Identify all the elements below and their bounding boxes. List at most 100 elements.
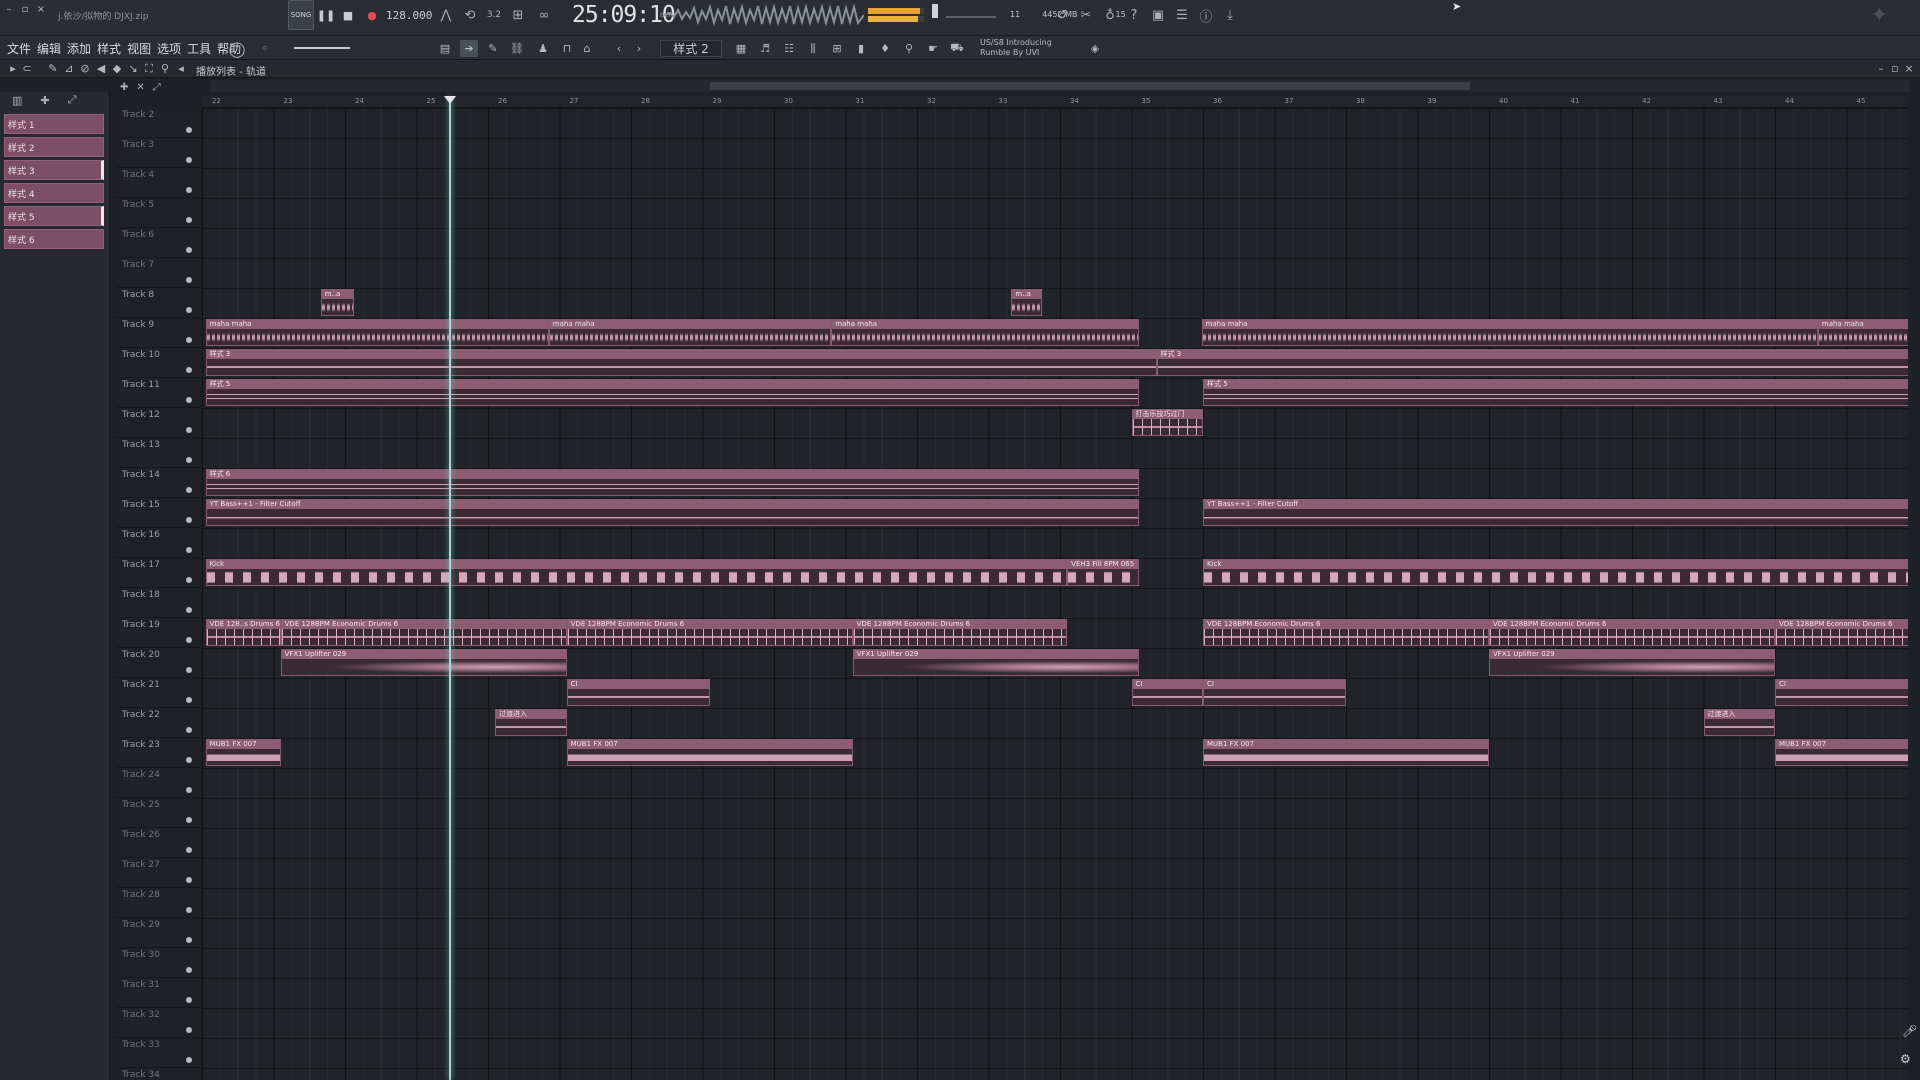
playlist-clip[interactable]: VEH3 Fill 8PM 065 xyxy=(1067,559,1139,586)
browser-icon[interactable]: ⊞ xyxy=(828,40,846,57)
track-header[interactable]: Track 8 xyxy=(116,288,200,318)
pattern-item[interactable]: 样式 1 xyxy=(4,114,104,134)
menu-options[interactable]: 选项 xyxy=(156,40,182,57)
playlist-clip[interactable]: YT Bass++1 - Filter Cutoff xyxy=(1203,499,1908,526)
track-mute-led-icon[interactable] xyxy=(186,457,192,463)
track-header[interactable]: Track 12 xyxy=(116,408,200,438)
playlist-clip[interactable]: 打击乐技巧过门 xyxy=(1131,409,1203,436)
playlist-clip[interactable]: VDE 128..s Drums 6 xyxy=(205,619,281,646)
minimize-button[interactable]: – xyxy=(4,4,14,15)
playlist-clip[interactable]: maha maha xyxy=(205,319,549,346)
track-mute-led-icon[interactable] xyxy=(186,787,192,793)
menu-file[interactable]: 文件 xyxy=(6,40,32,57)
playlist-clip[interactable]: VFX1 Uplifter 029 xyxy=(280,649,567,676)
record-audio-icon[interactable]: 🎤︎ xyxy=(1902,1024,1917,1038)
playlist-clip[interactable]: 样式 3 xyxy=(1156,349,1908,376)
track-mute-led-icon[interactable] xyxy=(186,487,192,493)
track-mute-led-icon[interactable] xyxy=(186,307,192,313)
metronome-icon[interactable]: ⋀ xyxy=(436,0,456,30)
picker-view-icon[interactable]: ▥ xyxy=(12,94,22,107)
pattern-item[interactable]: 样式 2 xyxy=(4,137,104,157)
tempo-display[interactable]: 128.000 xyxy=(386,0,432,30)
shop-icon[interactable]: ⛟ xyxy=(948,40,966,57)
track-mute-led-icon[interactable] xyxy=(186,277,192,283)
playhead-marker-icon[interactable] xyxy=(443,96,456,104)
step-edit-icon[interactable]: ⊞ xyxy=(508,0,528,30)
playlist-close-icon[interactable]: × xyxy=(1900,60,1918,77)
track-header[interactable]: Track 33 xyxy=(116,1038,200,1068)
track-mute-led-icon[interactable] xyxy=(186,337,192,343)
master-volume-slider[interactable] xyxy=(932,4,938,18)
microphone-icon[interactable]: ♁ xyxy=(1100,0,1120,30)
channel-rack-icon[interactable]: ☷ xyxy=(780,40,798,57)
track-header[interactable]: Track 3 xyxy=(116,138,200,168)
playlist-clip[interactable]: CI xyxy=(1775,679,1908,706)
playlist-clip[interactable]: Kick xyxy=(205,559,1068,586)
track-header[interactable]: Track 17 xyxy=(116,558,200,588)
playlist-clip[interactable]: m..a xyxy=(320,289,354,316)
time-ruler[interactable]: 22 23 24 25 26 27 28 29 30 31 32 33 34 35 36 37 38 39 40 41… xyxy=(202,96,1908,108)
playlist-clip[interactable]: Kick xyxy=(1203,559,1908,586)
track-mute-led-icon[interactable] xyxy=(186,517,192,523)
track-mute-led-icon[interactable] xyxy=(186,157,192,163)
scroll-thumb[interactable] xyxy=(710,82,1470,90)
touch-icon[interactable]: ☛ xyxy=(924,40,942,57)
track-header[interactable]: Track 29 xyxy=(116,918,200,948)
track-header[interactable]: Track 5 xyxy=(116,198,200,228)
maximize-button[interactable]: ▫ xyxy=(20,4,30,15)
pattern-item[interactable]: 样式 3 xyxy=(4,160,104,180)
playlist-clip[interactable]: 样式 6 xyxy=(205,469,1139,496)
track-header[interactable]: Track 16 xyxy=(116,528,200,558)
track-header[interactable]: Track 24 xyxy=(116,768,200,798)
track-mute-led-icon[interactable] xyxy=(186,247,192,253)
playlist-clip[interactable]: 过渡进入 xyxy=(495,709,567,736)
track-header[interactable]: Track 32 xyxy=(116,1008,200,1038)
pause-button[interactable]: ❚❚ xyxy=(317,0,335,30)
snap-icon[interactable]: ▤ xyxy=(436,40,454,57)
menu-add[interactable]: 添加 xyxy=(66,40,92,57)
slice-tool-icon[interactable]: ⊓ xyxy=(558,40,576,57)
track-mute-led-icon[interactable] xyxy=(186,757,192,763)
track-header[interactable]: Track 28 xyxy=(116,888,200,918)
playlist-clip[interactable]: m..a xyxy=(1011,289,1043,316)
track-header[interactable]: Track 19 xyxy=(116,618,200,648)
playlist-clip[interactable]: maha maha xyxy=(548,319,832,346)
playlist-clip[interactable]: 样式 3 xyxy=(205,349,1157,376)
playlist-clip[interactable]: VDE 128BPM Economic Drums 6 xyxy=(1489,619,1775,646)
pattern-item[interactable]: 样式 6 xyxy=(4,229,104,249)
loop-record-icon[interactable]: ⟲ xyxy=(460,0,480,30)
stop-button[interactable]: ■ xyxy=(340,0,356,30)
playlist-clip[interactable]: CI xyxy=(1131,679,1203,706)
next-pattern-icon[interactable]: › xyxy=(630,40,648,57)
help-icon[interactable]: ? xyxy=(1124,0,1144,30)
picker-add-icon[interactable]: ✚ xyxy=(40,94,49,107)
record-button[interactable]: ● xyxy=(364,0,380,30)
playlist-clip[interactable]: VDE 128BPM Economic Drums 6 xyxy=(280,619,567,646)
playlist-clip[interactable]: MUB1 FX 007 xyxy=(1775,739,1908,766)
playback-icon[interactable]: ◂ xyxy=(172,60,190,77)
undo-icon[interactable]: ↺ xyxy=(1052,0,1072,30)
panic-icon[interactable]: ◦ xyxy=(256,40,274,57)
pattern-item[interactable]: 样式 5 xyxy=(4,206,104,226)
count-in-icon[interactable]: 3.2 xyxy=(484,0,504,30)
track-mute-led-icon[interactable] xyxy=(186,427,192,433)
track-mute-led-icon[interactable] xyxy=(186,127,192,133)
track-header[interactable]: Track 30 xyxy=(116,948,200,978)
track-header[interactable]: Track 7 xyxy=(116,258,200,288)
playlist-scroll-overview[interactable] xyxy=(210,80,1910,92)
cut-icon[interactable]: ✂ xyxy=(1076,0,1096,30)
save-icon[interactable]: ▣ xyxy=(1148,0,1168,30)
track-header[interactable]: Track 20 xyxy=(116,648,200,678)
playlist-clip[interactable]: MUB1 FX 007 xyxy=(1203,739,1489,766)
track-header[interactable]: Track 26 xyxy=(116,828,200,858)
arrangement-grid[interactable]: m..a m..a maha maha maha maha maha maha maha … xyxy=(202,108,1908,1080)
track-header[interactable]: Track 9 xyxy=(116,318,200,348)
master-pitch-slider[interactable] xyxy=(946,16,996,18)
link-tool-icon[interactable]: ⛓ xyxy=(508,40,526,57)
download-icon[interactable]: ⤓ xyxy=(1220,0,1240,30)
track-mute-led-icon[interactable] xyxy=(186,397,192,403)
playlist-icon[interactable]: ▦ xyxy=(732,40,750,57)
track-mute-led-icon[interactable] xyxy=(186,967,192,973)
playhead[interactable] xyxy=(448,96,451,1080)
track-header[interactable]: Track 34 xyxy=(116,1068,200,1080)
